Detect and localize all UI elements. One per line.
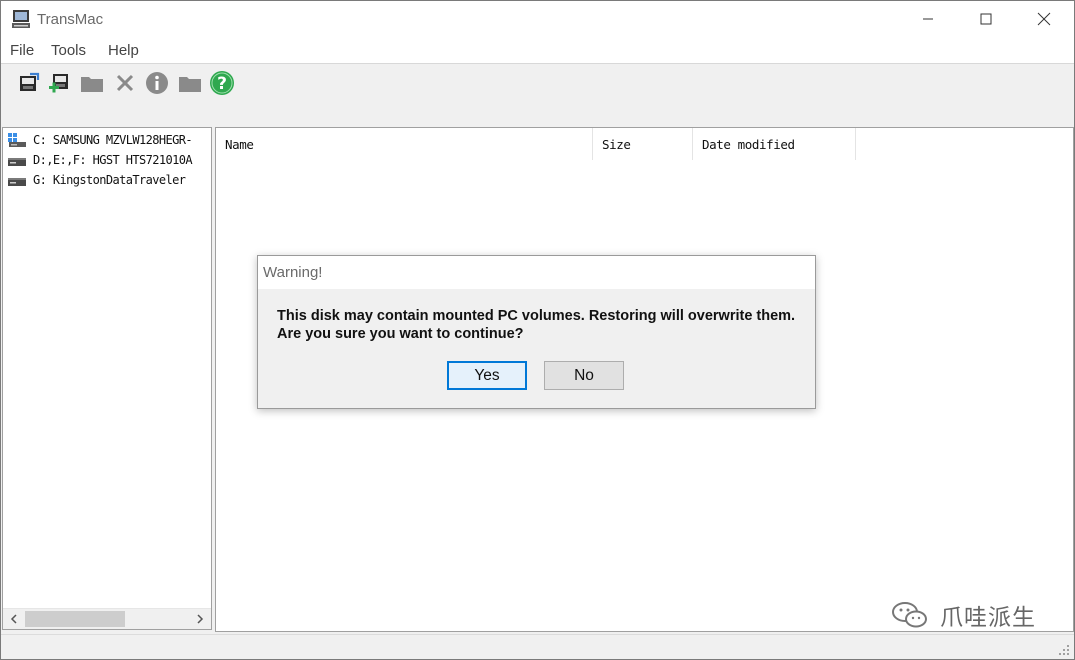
add-disk-image-icon (49, 74, 68, 93)
status-bar (1, 634, 1074, 659)
drive-label: G: KingstonDataTraveler (33, 173, 186, 187)
menu-help[interactable]: Help (108, 42, 139, 59)
info-icon (146, 72, 168, 94)
drive-item[interactable]: G: KingstonDataTraveler (7, 170, 211, 190)
tree-horizontal-scrollbar[interactable] (3, 608, 211, 629)
minimize-icon (923, 18, 933, 20)
wechat-icon (892, 602, 927, 628)
watermark: 爪哇派生 (890, 598, 1036, 632)
transmac-computer-icon (11, 9, 31, 29)
info-button[interactable] (144, 70, 170, 96)
windows-drive-icon (8, 133, 26, 147)
dialog-title: Warning! (263, 264, 323, 281)
close-icon (1037, 12, 1051, 26)
scroll-left-icon[interactable] (5, 611, 23, 627)
folder-icon (179, 77, 201, 92)
delete-x-icon (116, 74, 134, 92)
drive-item[interactable]: D:,E:,F: HGST HTS721010A (7, 150, 211, 170)
menu-file[interactable]: File (10, 42, 34, 59)
maximize-button[interactable] (957, 1, 1015, 37)
hard-drive-icon (8, 158, 26, 166)
disk-image-icon (20, 72, 40, 91)
toolbar: ? (1, 65, 1074, 123)
close-button[interactable] (1015, 1, 1073, 37)
dialog-title-bar: Warning! (258, 256, 815, 289)
new-disk-image-button[interactable] (46, 70, 72, 96)
svg-text:?: ? (217, 74, 227, 94)
scroll-right-icon[interactable] (191, 611, 209, 627)
window-title: TransMac (37, 11, 104, 28)
resize-grip-icon[interactable] (1058, 644, 1070, 656)
drive-item[interactable]: C: SAMSUNG MZVLW128HEGR- (7, 130, 211, 150)
scrollbar-thumb[interactable] (25, 611, 125, 627)
dialog-message-line1: This disk may contain mounted PC volumes… (277, 308, 796, 324)
warning-dialog: Warning! This disk may contain mounted P… (257, 255, 816, 409)
open-disk-image-button[interactable] (16, 70, 42, 96)
drive-label: D:,E:,F: HGST HTS721010A (33, 153, 193, 167)
yes-button[interactable]: Yes (447, 361, 527, 390)
column-header-name[interactable]: Name (216, 128, 593, 160)
drive-tree[interactable]: C: SAMSUNG MZVLW128HEGR- D:,E:,F: HGST H… (2, 127, 212, 630)
delete-button[interactable] (112, 70, 138, 96)
menu-tools[interactable]: Tools (51, 42, 86, 59)
column-header-size[interactable]: Size (593, 128, 693, 160)
drive-label: C: SAMSUNG MZVLW128HEGR- (33, 133, 193, 147)
column-header-date-modified[interactable]: Date modified (693, 128, 856, 160)
new-folder-button[interactable] (177, 70, 203, 96)
folder-icon (81, 77, 103, 92)
menu-bar: File Tools Help (1, 37, 1074, 64)
minimize-button[interactable] (899, 1, 957, 37)
watermark-text: 爪哇派生 (940, 605, 1036, 631)
help-question-icon: ? (210, 71, 234, 95)
dialog-message-line2: Are you sure you want to continue? (277, 326, 524, 342)
title-bar: TransMac (1, 1, 1074, 37)
help-button[interactable]: ? (209, 70, 235, 96)
maximize-icon (980, 13, 992, 25)
hard-drive-icon (8, 178, 26, 186)
no-button[interactable]: No (544, 361, 624, 390)
folder-button[interactable] (79, 70, 105, 96)
